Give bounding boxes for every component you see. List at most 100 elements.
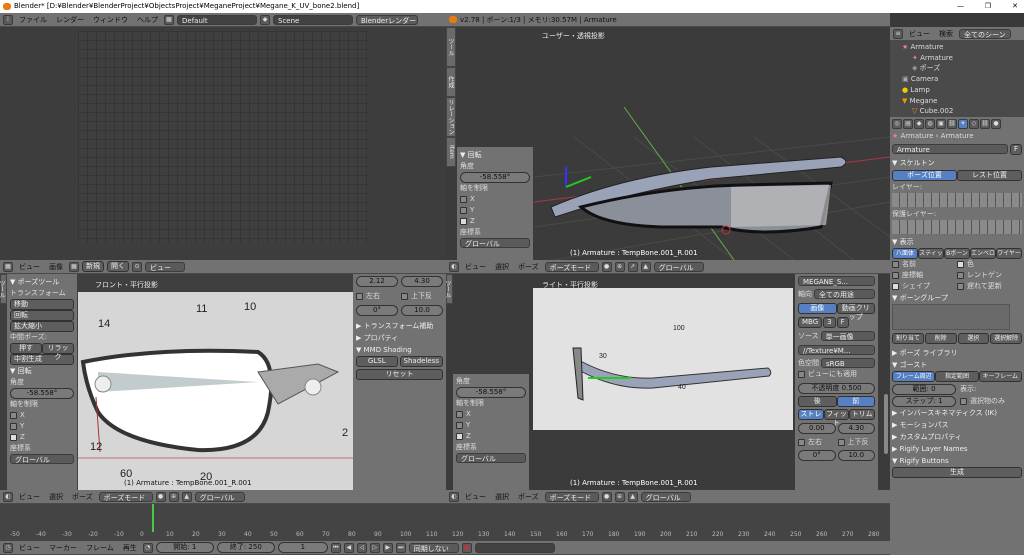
axis-y-3[interactable]: Y — [456, 420, 526, 431]
new-image-button[interactable]: 新規 — [82, 261, 104, 272]
menu-view-3[interactable]: ビュー — [16, 492, 43, 502]
armature-name-field[interactable]: Armature — [892, 144, 1008, 154]
outliner-item[interactable]: ★ Armature — [894, 42, 1020, 53]
translate-icon-3[interactable]: ▲ — [627, 491, 638, 502]
material-tab-icon[interactable]: ● — [991, 119, 1001, 129]
translate-icon[interactable]: ▲ — [640, 261, 651, 272]
info-editor-icon[interactable]: i — [3, 14, 13, 25]
start-frame-field[interactable]: 開始: 1 — [155, 542, 214, 553]
range-field[interactable]: 範囲: 0 — [892, 384, 956, 395]
viewport-front-ortho[interactable]: ツール ▼ ポーズツール トランスフォーム 移動 回転 拡大縮小 中間ポーズ: … — [0, 274, 446, 490]
rotation-field-2[interactable]: 0° — [798, 450, 836, 461]
angle-field[interactable]: -58.558° — [460, 172, 530, 183]
timeline-frame[interactable]: フレーム — [83, 543, 117, 553]
motion-paths-panel[interactable]: ▶ モーションパス — [892, 419, 1022, 431]
axis-x-3[interactable]: X — [456, 409, 526, 420]
mode-select-2[interactable]: ポーズモード — [544, 261, 599, 272]
viewport-user-persp[interactable]: ツール 作成 リレーション Item ▼ 回転 角度 -58.558° 軸を制限… — [446, 27, 890, 260]
delay-checkbox[interactable]: 遅れて更新 — [957, 281, 1022, 292]
axis-y-2[interactable]: Y — [10, 421, 74, 432]
ik-panel[interactable]: ▶ インバースキネマティクス (IK) — [892, 407, 1022, 419]
pin-icon[interactable]: ⊙ — [132, 261, 142, 272]
f-button[interactable]: F — [836, 317, 849, 328]
prev-key-icon[interactable]: ◀ — [343, 542, 354, 553]
world-tab-icon[interactable]: ◍ — [925, 119, 935, 129]
manipulator-icon[interactable]: ↗ — [627, 261, 638, 272]
timeline-playback[interactable]: 再生 — [120, 543, 140, 553]
orientation-select-3[interactable]: グローバル — [194, 491, 245, 502]
envelope-button[interactable]: エンベロ — [970, 248, 996, 259]
object-tab-icon[interactable]: ▣ — [936, 119, 946, 129]
axis-x[interactable]: X — [460, 194, 530, 205]
protected-layers-grid[interactable] — [892, 220, 1022, 234]
outliner-item[interactable]: ▼ Megane — [894, 96, 1020, 107]
menu-pose-3[interactable]: ポーズ — [69, 492, 96, 502]
close-button[interactable]: ✕ — [1012, 0, 1018, 13]
rotation-field[interactable]: 0° — [356, 305, 398, 316]
record-icon[interactable]: ● — [461, 542, 472, 553]
view-mode-select[interactable]: ビュー — [145, 261, 185, 272]
keyframes-button[interactable]: キーフレーム — [978, 371, 1022, 382]
tab-tools[interactable]: ツール — [446, 27, 456, 67]
play-reverse-icon[interactable]: ◁ — [356, 542, 367, 553]
shadeless-button[interactable]: Shadeless — [399, 356, 443, 367]
flip-x-checkbox-2[interactable]: 左右 — [798, 437, 836, 448]
scene-select[interactable]: Scene — [273, 14, 353, 25]
current-frame-field[interactable]: 1 — [277, 542, 328, 553]
octahedral-button[interactable]: 八面体 — [892, 248, 918, 259]
viewport-scrollbar[interactable] — [884, 394, 888, 454]
ghost-panel[interactable]: ▼ ゴースト — [892, 359, 1022, 371]
3d-view-icon-3[interactable]: ◐ — [449, 491, 459, 502]
deselect-button[interactable]: 選択解除 — [990, 333, 1022, 344]
outliner-scenes[interactable]: 全てのシーン — [959, 28, 1011, 39]
open-image-button[interactable]: 開く — [107, 261, 129, 272]
crop-button[interactable]: トリム — [849, 409, 876, 420]
coord-select-2[interactable]: グローバル — [10, 454, 74, 464]
skeleton-panel[interactable]: ▼ スケルトン — [892, 157, 1022, 169]
end-frame-field[interactable]: 終了: 250 — [216, 542, 275, 553]
menu-image[interactable]: 画像 — [46, 262, 66, 272]
preview-range-icon[interactable]: ◔ — [142, 542, 153, 553]
mode-select-4[interactable]: ポーズモード — [544, 491, 599, 502]
layout-select[interactable]: Default — [177, 14, 257, 25]
image-source-button[interactable]: 画像 — [798, 303, 837, 314]
timeline-view[interactable]: ビュー — [16, 543, 43, 553]
menu-select-3[interactable]: 選択 — [46, 492, 66, 502]
move-button[interactable]: 移動 — [10, 299, 74, 310]
image-editor-top[interactable] — [0, 27, 446, 260]
push-button[interactable]: 押す — [10, 343, 42, 354]
outliner-icon[interactable]: ≡ — [893, 28, 903, 39]
selected-only-checkbox[interactable]: 選択物のみ — [960, 396, 1022, 407]
offset-x-field[interactable]: 2.12 — [356, 276, 398, 287]
orientation-select-4[interactable]: グローバル — [640, 491, 691, 502]
axes-checkbox[interactable]: 座標軸 — [892, 270, 957, 281]
next-key-icon[interactable]: ▶ — [382, 542, 393, 553]
image-editor-icon[interactable]: ▦ — [3, 261, 13, 272]
data-tab-icon[interactable]: ✦ — [958, 119, 968, 129]
outliner-item[interactable]: ◈ ポーズ — [894, 63, 1020, 74]
coord-select-3[interactable]: グローバル — [456, 453, 526, 463]
tab-item[interactable]: Item — [446, 137, 456, 167]
custom-props-panel[interactable]: ▶ カスタムプロパティ — [892, 431, 1022, 443]
rotate-button[interactable]: 回転 — [10, 310, 74, 321]
angle-field-2[interactable]: -58.558° — [10, 388, 74, 399]
source-select[interactable]: 単一画像 — [820, 331, 875, 341]
rigify-buttons-panel[interactable]: ▼ Rigify Buttons — [892, 455, 1022, 467]
outliner-item[interactable]: ▽ Cube.002 — [894, 106, 1020, 117]
bone-groups-panel[interactable]: ▼ ボーングループ — [892, 292, 1022, 304]
bone-groups-list[interactable] — [892, 304, 1010, 330]
3d-view-icon-2[interactable]: ◐ — [3, 491, 13, 502]
select-button[interactable]: 選択 — [957, 333, 990, 344]
step-field[interactable]: ステップ: 1 — [892, 396, 956, 407]
reset-button[interactable]: リセット — [356, 369, 443, 380]
axis-z-2[interactable]: Z — [10, 432, 74, 443]
menu-view-4[interactable]: ビュー — [462, 492, 489, 502]
generate-button[interactable]: 生成 — [892, 467, 1022, 478]
around-frame-button[interactable]: フレーム周辺 — [892, 371, 936, 382]
outliner[interactable]: ≡ ビュー 検索 全てのシーン ★ Armature ✦ Armature ◈ … — [890, 27, 1024, 117]
image-browse-icon[interactable]: ▦ — [69, 261, 79, 272]
play-icon[interactable]: ▷ — [369, 542, 380, 553]
pivot-icon[interactable]: ⊕ — [614, 261, 625, 272]
shading-icon-3[interactable]: ● — [601, 491, 612, 502]
menu-view[interactable]: ビュー — [16, 262, 43, 272]
